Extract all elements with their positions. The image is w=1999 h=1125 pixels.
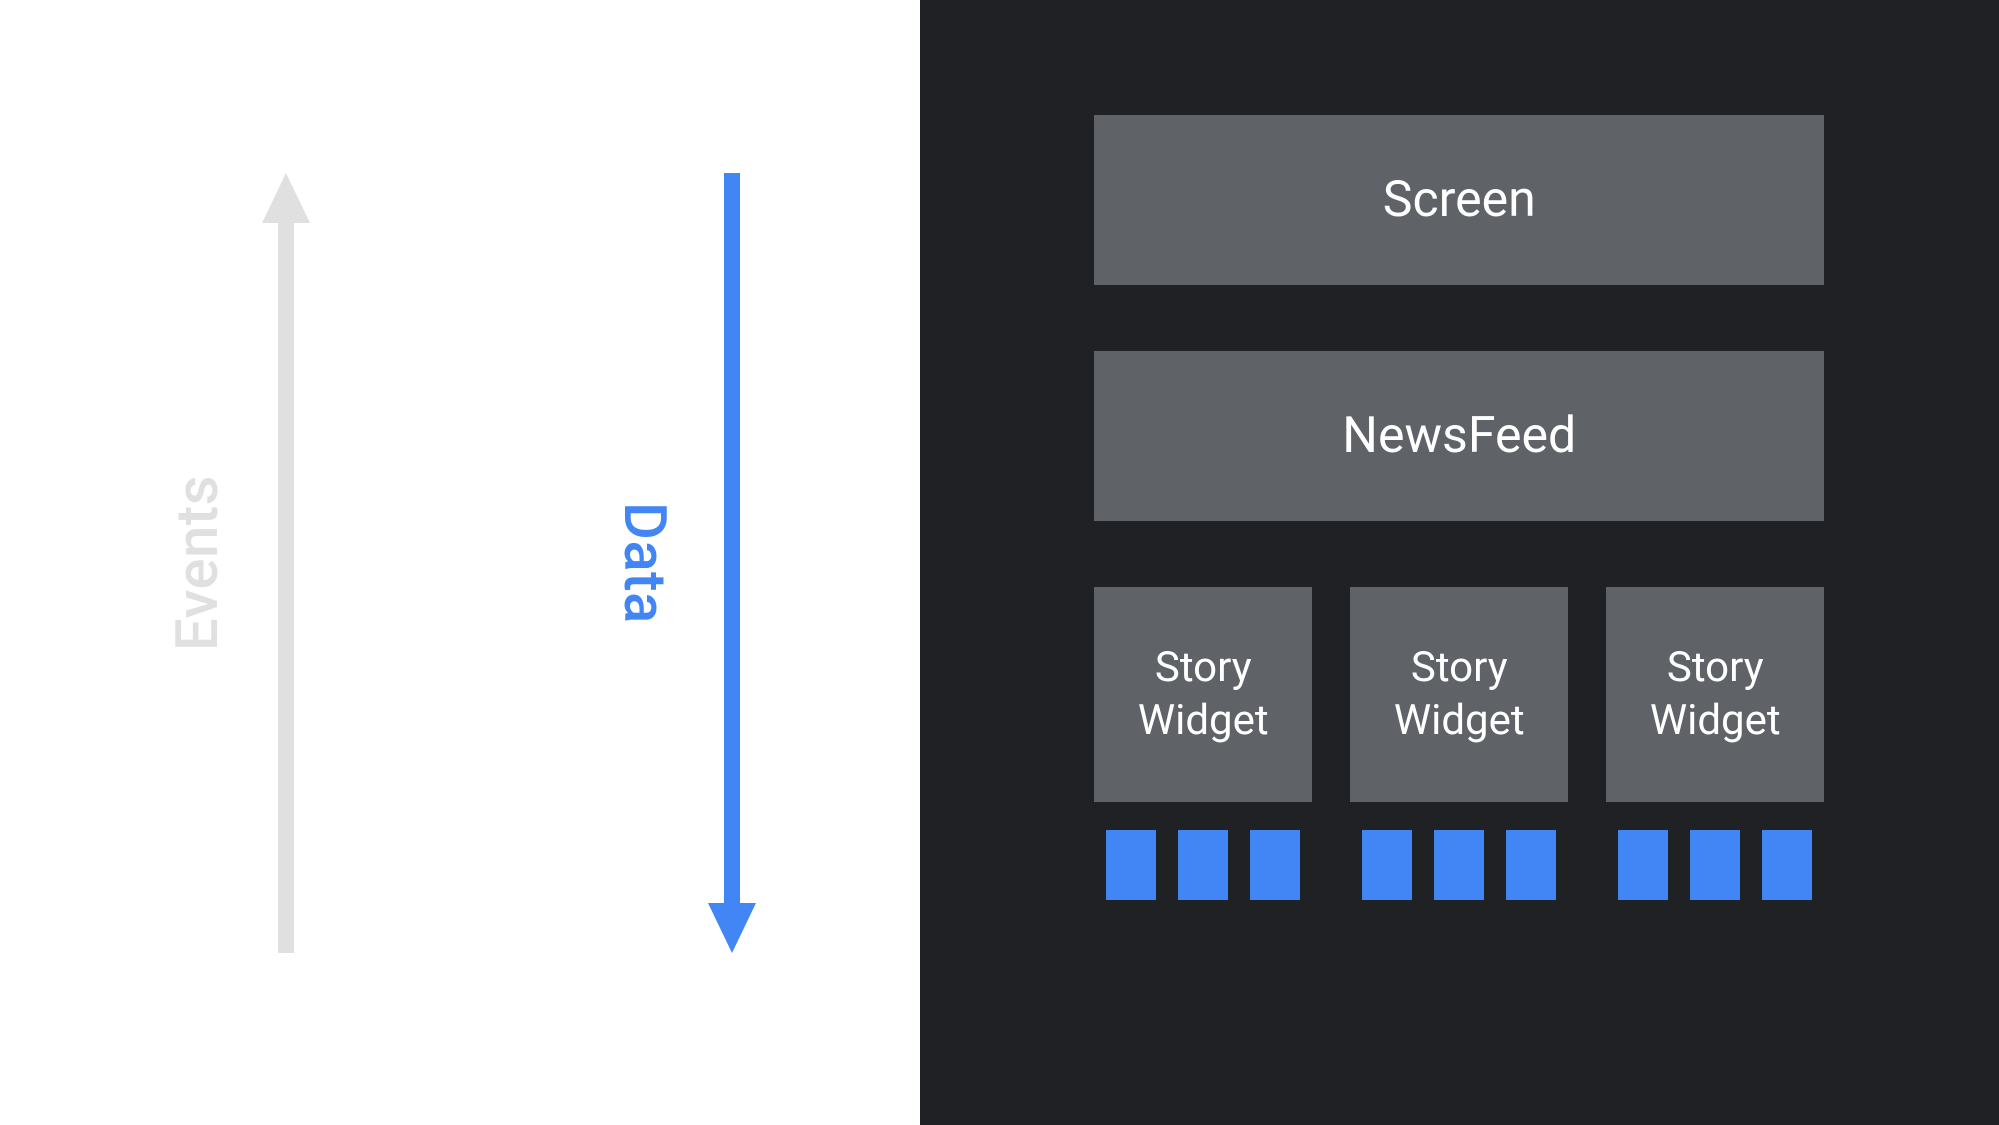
screen-box: Screen (1094, 115, 1824, 285)
chip (1690, 830, 1740, 900)
flow-arrows-panel: Events Data (0, 0, 920, 1125)
chips-row-1 (1362, 830, 1556, 900)
newsfeed-box: NewsFeed (1094, 351, 1824, 521)
chip (1106, 830, 1156, 900)
data-label: Data (610, 502, 678, 624)
arrow-down-icon (708, 173, 756, 953)
chips-row-2 (1618, 830, 1812, 900)
widgets-row: Story Widget Story Widget Story Widget (1094, 587, 1824, 900)
events-arrow-group: Events (164, 173, 310, 953)
chips-row-0 (1106, 830, 1300, 900)
chip (1434, 830, 1484, 900)
arrow-container: Events Data (164, 173, 756, 953)
events-label: Events (164, 475, 232, 651)
chip (1362, 830, 1412, 900)
chip (1506, 830, 1556, 900)
story-widget-box: Story Widget (1606, 587, 1824, 802)
story-widget-box: Story Widget (1350, 587, 1568, 802)
story-widget-box: Story Widget (1094, 587, 1312, 802)
chip (1618, 830, 1668, 900)
data-arrow-group: Data (610, 173, 756, 953)
widget-group-2: Story Widget (1606, 587, 1824, 900)
chip (1250, 830, 1300, 900)
chip (1178, 830, 1228, 900)
widget-group-0: Story Widget (1094, 587, 1312, 900)
arrow-up-icon (262, 173, 310, 953)
widget-group-1: Story Widget (1350, 587, 1568, 900)
hierarchy-panel: Screen NewsFeed Story Widget Story Widge… (920, 0, 1999, 1125)
chip (1762, 830, 1812, 900)
